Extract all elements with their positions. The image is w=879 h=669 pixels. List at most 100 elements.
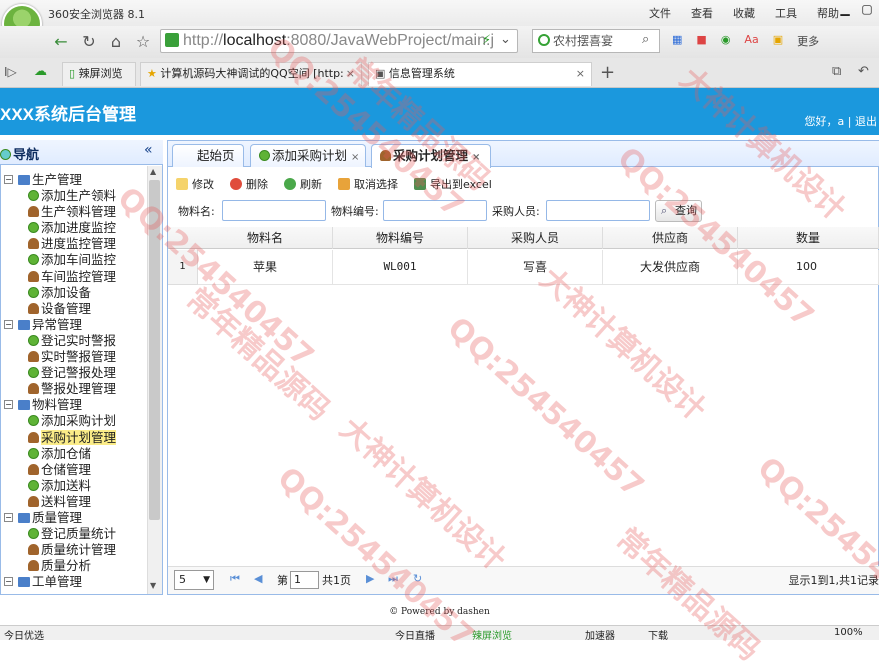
collapse-icon[interactable]: « <box>144 142 153 158</box>
tree-group[interactable]: −工单管理 <box>2 574 147 590</box>
page-size-select[interactable]: 5▼ <box>174 570 214 590</box>
star-icon[interactable]: ☆ <box>132 31 154 53</box>
table-cell[interactable]: 苹果 <box>198 250 333 285</box>
col-quantity[interactable]: 数量 <box>738 227 879 249</box>
tree-item[interactable]: 添加设备 <box>2 285 147 301</box>
tree-item[interactable]: 设备管理 <box>2 301 147 317</box>
table-cell[interactable]: 100 <box>738 250 879 285</box>
search-input[interactable]: 农村摆喜宴 <box>532 29 660 53</box>
collapse-toggle-icon[interactable]: − <box>4 577 13 586</box>
refresh-icon[interactable]: ↻ <box>413 572 422 585</box>
search-icon[interactable]: ⌕ <box>642 32 649 47</box>
greeting-logout[interactable]: 您好，a | 退出 <box>805 113 877 129</box>
collapse-toggle-icon[interactable]: − <box>4 513 13 522</box>
browser-tab-1[interactable]: ▯ 辣屏浏览 <box>62 62 136 86</box>
more-menu[interactable]: 更多 <box>797 33 819 49</box>
sidebar-toggle-icon[interactable]: I▷ <box>4 65 17 79</box>
scroll-up-icon[interactable]: ▲ <box>150 167 156 176</box>
tree-item[interactable]: 送料管理 <box>2 494 147 510</box>
tree-item[interactable]: 添加送料 <box>2 478 147 494</box>
last-page-icon[interactable]: ⏭ <box>388 572 398 586</box>
back-icon[interactable]: ← <box>50 31 72 53</box>
safe-icon[interactable]: ◉ <box>721 33 731 49</box>
menu-file[interactable]: 文件 <box>649 5 671 21</box>
status-zoom[interactable]: 100% <box>834 627 863 638</box>
export-excel-button[interactable]: 导出到excel <box>414 176 492 192</box>
material-name-input[interactable] <box>222 200 326 221</box>
col-buyer[interactable]: 采购人员 <box>468 227 603 249</box>
refresh-button[interactable]: 刷新 <box>284 176 322 192</box>
query-button[interactable]: ⌕查询 <box>655 200 702 222</box>
tree-item[interactable]: 登记警报处理 <box>2 365 147 381</box>
tab-home[interactable]: 起始页 <box>172 144 244 167</box>
tree-item[interactable]: 添加进度监控 <box>2 220 147 236</box>
tree-item[interactable]: 警报处理管理 <box>2 381 147 397</box>
menu-tools[interactable]: 工具 <box>775 5 797 21</box>
material-no-input[interactable] <box>383 200 487 221</box>
collapse-toggle-icon[interactable]: − <box>4 320 13 329</box>
tree-item[interactable]: 登记实时警报 <box>2 333 147 349</box>
tree-group[interactable]: −异常管理 <box>2 317 147 333</box>
tree-group[interactable]: −生产管理 <box>2 172 147 188</box>
menu-help[interactable]: 帮助 <box>817 5 839 21</box>
close-icon[interactable]: × <box>472 152 480 163</box>
col-supplier[interactable]: 供应商 <box>603 227 738 249</box>
browser-tab-3[interactable]: ▣ 信息管理系统× <box>368 62 592 86</box>
edit-button[interactable]: 修改 <box>176 176 214 192</box>
sidebar-scroll-thumb[interactable] <box>149 180 160 520</box>
tree-item[interactable]: 质量统计管理 <box>2 542 147 558</box>
bookmark-icon[interactable]: ■ <box>696 33 706 49</box>
reload-icon[interactable]: ↻ <box>78 31 100 53</box>
next-page-icon[interactable]: ▶ <box>366 572 374 585</box>
apps-icon[interactable]: ▦ <box>672 33 682 49</box>
minimize-icon[interactable]: ▁ <box>837 2 853 18</box>
undo-icon[interactable]: ↶ <box>858 64 869 79</box>
close-icon[interactable]: × <box>346 63 355 85</box>
maximize-icon[interactable]: ▢ <box>859 2 875 18</box>
menu-view[interactable]: 查看 <box>691 5 713 21</box>
prev-page-icon[interactable]: ◀ <box>254 572 262 585</box>
tree-item[interactable]: 实时警报管理 <box>2 349 147 365</box>
tree-item[interactable]: 添加仓储 <box>2 446 147 462</box>
tree-item[interactable]: 进度监控管理 <box>2 236 147 252</box>
tree-group[interactable]: −质量管理 <box>2 510 147 526</box>
col-material-name[interactable]: 物料名 <box>198 227 333 249</box>
page-number-input[interactable]: 1 <box>290 571 319 589</box>
menu-favorites[interactable]: 收藏 <box>733 5 755 21</box>
tab-purchase-plan-management[interactable]: 采购计划管理× <box>371 144 491 168</box>
tree-item[interactable]: 质量分析 <box>2 558 147 574</box>
lightning-icon[interactable]: ⚡ <box>482 33 491 48</box>
browser-tab-2[interactable]: ★ 计算机源码大神调试的QQ空间 [http:× <box>140 62 362 86</box>
close-icon[interactable]: × <box>351 152 359 163</box>
tab-add-purchase-plan[interactable]: 添加采购计划× <box>250 144 366 167</box>
table-cell[interactable]: 大发供应商 <box>603 250 738 285</box>
tree-item[interactable]: 生产领料管理 <box>2 204 147 220</box>
table-cell[interactable]: 写喜 <box>468 250 603 285</box>
chevron-down-icon[interactable]: ⌄ <box>500 32 511 47</box>
extension-icon[interactable]: ▣ <box>773 33 783 49</box>
col-material-no[interactable]: 物料编号 <box>333 227 468 249</box>
tree-item[interactable]: 车间监控管理 <box>2 269 147 285</box>
cloud-icon[interactable]: ☁ <box>34 64 47 79</box>
restore-tab-icon[interactable]: ⧉ <box>832 64 841 79</box>
collapse-toggle-icon[interactable]: − <box>4 400 13 409</box>
tree-item[interactable]: 添加采购计划 <box>2 413 147 429</box>
collapse-toggle-icon[interactable]: − <box>4 175 13 184</box>
tree-item[interactable]: 添加生产领料 <box>2 188 147 204</box>
tree-item[interactable]: 登记质量统计 <box>2 526 147 542</box>
buyer-input[interactable] <box>546 200 650 221</box>
translate-icon[interactable]: Aa <box>744 33 758 49</box>
tree-item[interactable]: 采购计划管理 <box>2 430 147 446</box>
tree-item[interactable]: 仓储管理 <box>2 462 147 478</box>
close-icon[interactable]: × <box>576 63 585 85</box>
first-page-icon[interactable]: ⏮ <box>230 572 240 586</box>
home-icon[interactable]: ⌂ <box>105 31 127 53</box>
url-input[interactable]: http://localhost:8080/JavaWebProject/mai… <box>160 29 518 53</box>
deselect-button[interactable]: 取消选择 <box>338 176 398 192</box>
new-tab-icon[interactable]: + <box>600 62 615 83</box>
scroll-down-icon[interactable]: ▼ <box>150 581 156 590</box>
table-cell[interactable]: WL001 <box>333 250 468 285</box>
tree-item[interactable]: 添加车间监控 <box>2 252 147 268</box>
tree-group[interactable]: −物料管理 <box>2 397 147 413</box>
delete-button[interactable]: 删除 <box>230 176 268 192</box>
